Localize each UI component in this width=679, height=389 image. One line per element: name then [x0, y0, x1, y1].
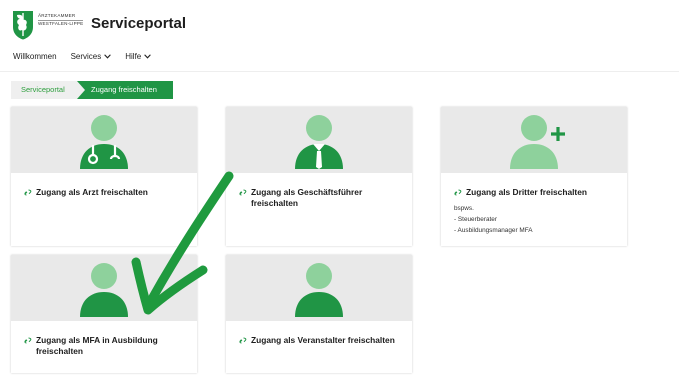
- nav-hilfe-label: Hilfe: [125, 52, 142, 61]
- nav-services[interactable]: Services: [71, 52, 112, 61]
- link-icon: [24, 189, 32, 196]
- card-dritter[interactable]: Zugang als Dritter freischalten bspws. -…: [441, 107, 627, 246]
- org-name-line1: ÄRZTEKAMMER: [38, 13, 76, 18]
- user-add-icon: [510, 115, 565, 169]
- card-header: [226, 107, 412, 173]
- card-title[interactable]: Zugang als Arzt freischalten: [24, 187, 183, 198]
- link-icon: [454, 189, 462, 196]
- card-title[interactable]: Zugang als Veranstalter freischalten: [239, 335, 398, 346]
- card-title-text: Zugang als Arzt freischalten: [36, 187, 148, 197]
- breadcrumb: Serviceportal Zugang freischalten: [11, 81, 173, 99]
- organization-name: ÄRZTEKAMMER WESTFALEN-LIPPE: [38, 13, 84, 27]
- card-mfa-ausbildung[interactable]: Zugang als MFA in Ausbildung freischalte…: [11, 255, 197, 373]
- link-icon: [239, 189, 247, 196]
- manager-icon: [295, 115, 343, 169]
- chevron-down-icon: [104, 54, 112, 59]
- list-item: - Ausbildungsmanager MFA: [454, 227, 533, 234]
- doctor-icon: [80, 115, 128, 169]
- user-icon: [80, 263, 128, 317]
- main-nav: Willkommen Services Hilfe: [13, 52, 165, 61]
- nav-hilfe[interactable]: Hilfe: [125, 52, 152, 61]
- breadcrumb-zugang-freischalten: Zugang freischalten: [77, 81, 173, 99]
- card-description: bspws. - Steuerberater - Ausbildungsmana…: [454, 203, 613, 236]
- card-geschaeftsfuehrer[interactable]: Zugang als Geschäftsführer freischalten: [226, 107, 412, 246]
- link-icon: [24, 337, 32, 344]
- user-icon: [295, 263, 343, 317]
- card-header: [11, 255, 197, 321]
- logo-icon[interactable]: [12, 10, 34, 40]
- card-title-text: Zugang als Veranstalter freischalten: [251, 335, 395, 345]
- card-header: [226, 255, 412, 321]
- card-title-text: Zugang als Dritter freischalten: [466, 187, 587, 197]
- breadcrumb-serviceportal[interactable]: Serviceportal: [11, 81, 85, 99]
- card-title-text: Zugang als Geschäftsführer freischalten: [251, 187, 363, 208]
- nav-willkommen[interactable]: Willkommen: [13, 52, 57, 61]
- nav-services-label: Services: [70, 52, 102, 61]
- card-header: [441, 107, 627, 173]
- link-icon: [239, 337, 247, 344]
- nav-willkommen-label: Willkommen: [13, 52, 57, 61]
- card-title[interactable]: Zugang als Dritter freischalten: [454, 187, 613, 198]
- card-description-intro: bspws.: [454, 205, 474, 212]
- card-title[interactable]: Zugang als Geschäftsführer freischalten: [239, 187, 398, 209]
- card-title-text: Zugang als MFA in Ausbildung freischalte…: [36, 335, 158, 356]
- org-name-line2: WESTFALEN-LIPPE: [38, 20, 84, 26]
- app-title: Serviceportal: [91, 15, 187, 32]
- chevron-down-icon: [144, 54, 152, 59]
- site-header: ÄRZTEKAMMER WESTFALEN-LIPPE Serviceporta…: [0, 0, 679, 72]
- card-veranstalter[interactable]: Zugang als Veranstalter freischalten: [226, 255, 412, 373]
- list-item: - Steuerberater: [454, 216, 497, 223]
- card-header: [11, 107, 197, 173]
- card-arzt[interactable]: Zugang als Arzt freischalten: [11, 107, 197, 246]
- card-title[interactable]: Zugang als MFA in Ausbildung freischalte…: [24, 335, 183, 357]
